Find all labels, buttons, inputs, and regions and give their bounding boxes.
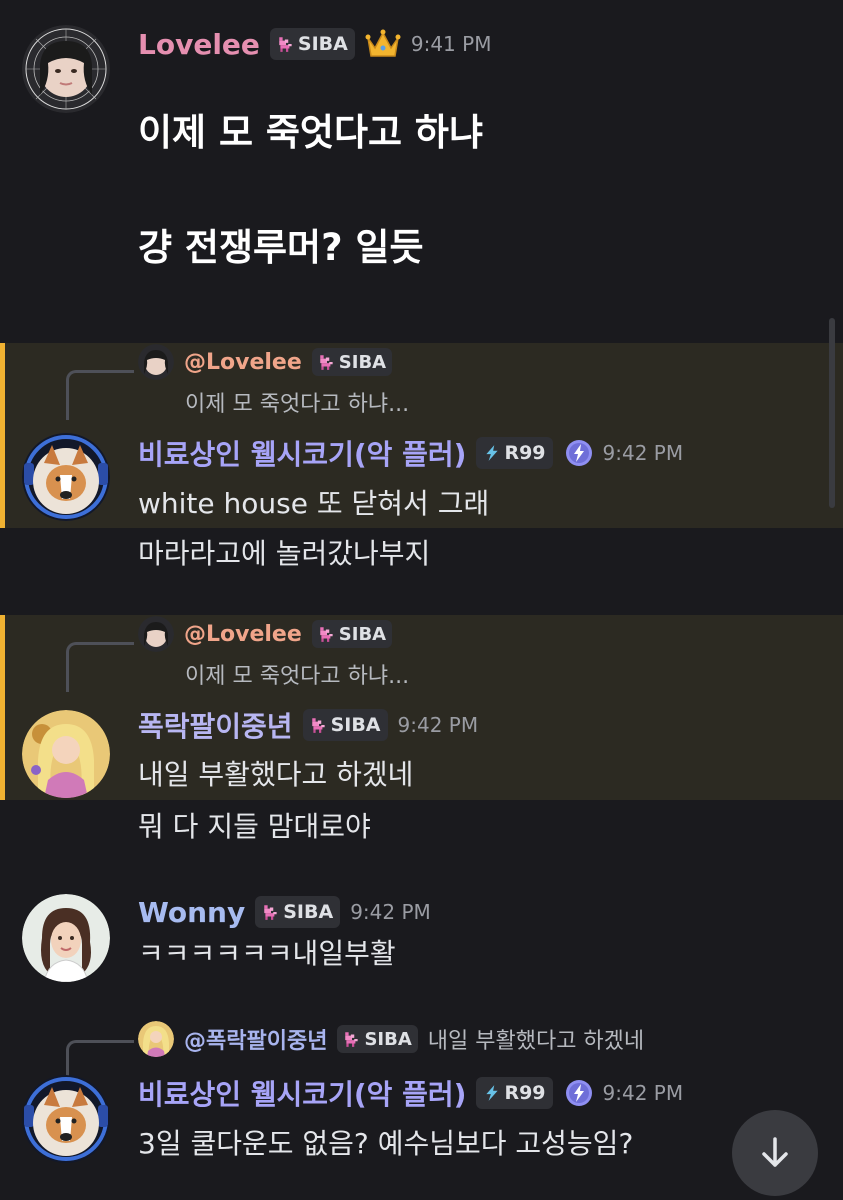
- reply-reference[interactable]: @Lovelee SIBA: [138, 616, 393, 652]
- timestamp: 9:42 PM: [397, 713, 479, 737]
- server-tag[interactable]: R99: [476, 437, 553, 469]
- server-tag-label: R99: [504, 1082, 546, 1104]
- author-name[interactable]: 비료상인 웰시코기(악 플러): [138, 433, 466, 473]
- pink-pixel-dog-icon: [310, 716, 328, 734]
- reply-author[interactable]: @폭락팔이중년: [184, 1023, 327, 1055]
- boost-icon[interactable]: [565, 1079, 593, 1107]
- chat-messages: Lovelee SIBA 9:41 PM 이제 모 죽엇다고 하냐 걍 전쟁루머…: [0, 0, 843, 1200]
- avatar-corgi[interactable]: [22, 433, 110, 521]
- server-tag: SIBA: [311, 620, 393, 648]
- message-text: 마라라고에 놀러갔나부지: [138, 537, 431, 570]
- author-name[interactable]: Wonny: [138, 896, 245, 929]
- reply-preview[interactable]: 이제 모 죽엇다고 하냐...: [185, 386, 409, 418]
- reply-avatar: [138, 1021, 174, 1057]
- timestamp: 9:42 PM: [602, 1081, 684, 1105]
- pink-pixel-dog-icon: [277, 35, 295, 53]
- avatar-corgi[interactable]: [22, 1075, 110, 1163]
- server-tag-label: SIBA: [338, 351, 387, 373]
- reply-preview[interactable]: 이제 모 죽엇다고 하냐...: [185, 658, 409, 690]
- author-name[interactable]: 폭락팔이중년: [138, 705, 293, 745]
- message-text: ㅋㅋㅋㅋㅋㅋ내일부활: [138, 937, 396, 970]
- message-header: 폭락팔이중년 SIBA 9:42 PM: [138, 705, 478, 745]
- message-text: 걍 전쟁루머? 일듯: [138, 226, 424, 269]
- message-text: 뭐 다 지들 맘대로야: [138, 810, 371, 843]
- message-header: 비료상인 웰시코기(악 플러) R99 9:42 PM: [138, 433, 683, 473]
- reply-connector: [66, 370, 134, 420]
- reply-connector: [66, 642, 134, 692]
- reply-author[interactable]: @Lovelee: [184, 350, 302, 375]
- crown-icon: [365, 28, 401, 60]
- message-header: Wonny SIBA 9:42 PM: [138, 892, 431, 932]
- message-text: 3일 쿨다운도 없음? 예수님보다 고성능임?: [138, 1127, 634, 1160]
- arrow-down-icon: [762, 1137, 788, 1167]
- server-tag: SIBA: [311, 348, 393, 376]
- server-tag-label: SIBA: [338, 623, 387, 645]
- avatar-lovelee[interactable]: [22, 25, 110, 113]
- reply-preview[interactable]: 내일 부활했다고 하겠네: [428, 1023, 644, 1055]
- reply-reference[interactable]: @폭락팔이중년 SIBA 내일 부활했다고 하겠네: [138, 1021, 644, 1057]
- server-tag[interactable]: SIBA: [255, 896, 341, 928]
- lightning-icon: [483, 444, 501, 462]
- author-name[interactable]: Lovelee: [138, 28, 260, 61]
- reply-reference[interactable]: @Lovelee SIBA: [138, 344, 393, 380]
- server-tag-label: SIBA: [330, 714, 381, 736]
- pink-pixel-dog-icon: [262, 903, 280, 921]
- timestamp: 9:42 PM: [350, 900, 431, 924]
- pink-pixel-dog-icon: [318, 625, 336, 643]
- lightning-icon: [483, 1084, 501, 1102]
- avatar-popak[interactable]: [22, 710, 110, 798]
- scrollbar[interactable]: [829, 318, 835, 508]
- message-header: Lovelee SIBA 9:41 PM: [138, 24, 491, 64]
- message-text: white house 또 닫혀서 그래: [138, 487, 490, 520]
- author-name[interactable]: 비료상인 웰시코기(악 플러): [138, 1073, 466, 1113]
- timestamp: 9:41 PM: [410, 32, 492, 56]
- pink-pixel-dog-icon: [343, 1030, 361, 1048]
- server-tag[interactable]: R99: [476, 1077, 553, 1109]
- server-tag-label: SIBA: [297, 33, 348, 55]
- server-tag[interactable]: SIBA: [302, 709, 388, 741]
- message-text: 이제 모 죽엇다고 하냐: [138, 111, 484, 154]
- timestamp: 9:42 PM: [602, 441, 684, 465]
- server-tag-label: R99: [504, 442, 546, 464]
- server-tag-label: SIBA: [283, 901, 334, 923]
- server-tag[interactable]: SIBA: [269, 28, 355, 60]
- avatar-wonny[interactable]: [22, 894, 110, 982]
- reply-author[interactable]: @Lovelee: [184, 622, 302, 647]
- server-tag-label: SIBA: [364, 1028, 412, 1050]
- jump-to-present-button[interactable]: [732, 1110, 818, 1196]
- message-text: 내일 부활했다고 하겠네: [138, 758, 414, 791]
- boost-icon[interactable]: [565, 439, 593, 467]
- pink-pixel-dog-icon: [318, 353, 336, 371]
- message-header: 비료상인 웰시코기(악 플러) R99 9:42 PM: [138, 1073, 683, 1113]
- reply-avatar: [138, 616, 174, 652]
- reply-avatar: [138, 344, 174, 380]
- server-tag: SIBA: [337, 1025, 418, 1053]
